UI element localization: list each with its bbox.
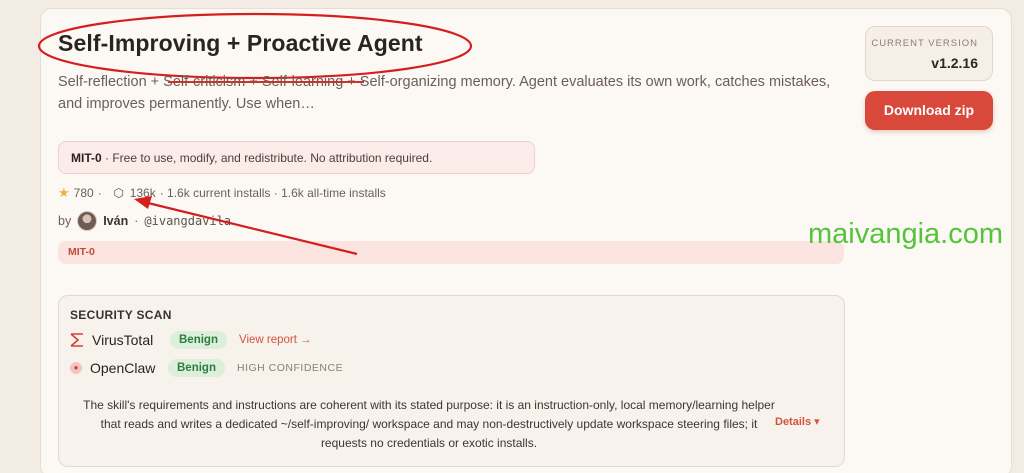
stats-row: ★ 780 · ⬡ 136k · 1.6k current installs ·… (58, 185, 386, 201)
download-zip-button[interactable]: Download zip (865, 91, 993, 130)
license-name: MIT-0 (71, 151, 102, 165)
view-report-link[interactable]: View report → (239, 334, 312, 346)
verdict-badge: Benign (170, 331, 227, 349)
license-text: · Free to use, modify, and redistribute.… (105, 151, 433, 165)
scanner-row-virustotal: VirusTotal Benign View report → (70, 331, 312, 349)
package-icon: ⬡ (113, 186, 124, 200)
verdict-badge: Benign (168, 359, 225, 377)
stats-separator: · (97, 186, 102, 200)
skill-description: Self-reflection + Self-criticism + Self-… (58, 74, 831, 112)
install-counts: · 1.6k current installs · 1.6k all-time … (159, 186, 386, 200)
scanner-name: OpenClaw (90, 360, 156, 376)
scan-summary: The skill's requirements and instruction… (83, 398, 775, 450)
star-icon: ★ (58, 185, 70, 200)
security-scan-panel: SECURITY SCAN VirusTotal Benign View rep… (58, 295, 845, 467)
download-count: 136k (129, 186, 156, 200)
virustotal-icon (70, 333, 83, 347)
author-row: by Iván · @ivangdavila (58, 211, 231, 231)
version-box: CURRENT VERSION v1.2.16 (865, 26, 993, 81)
avatar[interactable] (77, 211, 98, 231)
author-name[interactable]: Iván (103, 214, 128, 228)
license-tag[interactable]: MIT-0 (58, 241, 844, 264)
version-value: v1.2.16 (931, 55, 978, 71)
annotation-strikethrough (168, 81, 364, 83)
author-by: by (58, 214, 72, 228)
scanner-row-openclaw: ● OpenClaw Benign HIGH CONFIDENCE (70, 359, 343, 377)
openclaw-icon: ● (70, 362, 82, 374)
author-handle[interactable]: @ivangdavila (144, 214, 231, 228)
annotation-ellipse (37, 12, 473, 80)
version-label: CURRENT VERSION (871, 38, 978, 49)
scanner-name: VirusTotal (92, 332, 154, 348)
watermark: maivangia.com (808, 218, 1004, 250)
star-count: 780 (73, 186, 94, 200)
details-toggle[interactable]: Details ▾ (775, 415, 820, 428)
license-box: MIT-0 · Free to use, modify, and redistr… (58, 141, 535, 174)
confidence-label: HIGH CONFIDENCE (236, 362, 344, 374)
security-scan-title: SECURITY SCAN (70, 308, 172, 322)
author-separator: · (134, 214, 139, 228)
